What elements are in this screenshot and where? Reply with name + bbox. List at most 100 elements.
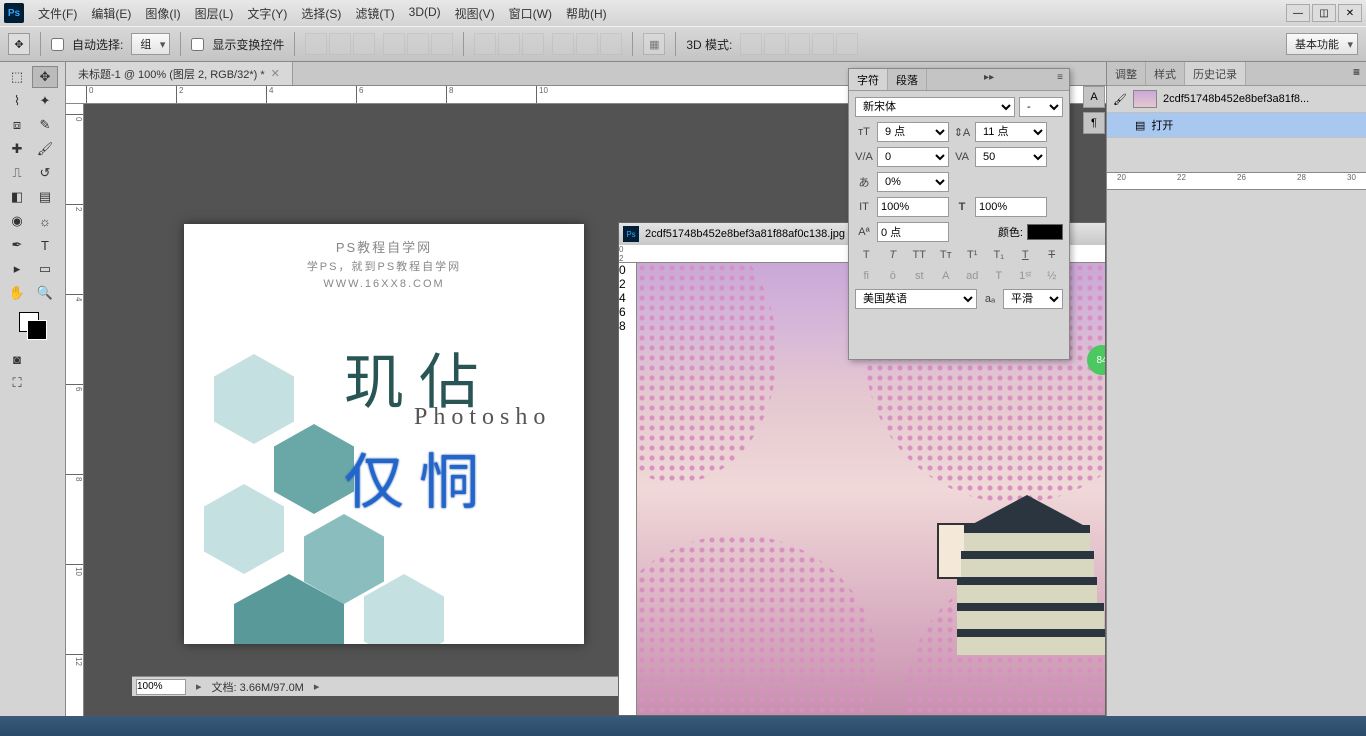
menu-help[interactable]: 帮助(H): [560, 3, 613, 24]
gradient-tool-icon[interactable]: ▤: [32, 186, 58, 208]
baseline-input[interactable]: [877, 222, 949, 242]
dodge-tool-icon[interactable]: ☼: [32, 210, 58, 232]
distribute-icon[interactable]: [552, 33, 574, 55]
zoom-tool-icon[interactable]: 🔍: [32, 282, 58, 304]
superscript-icon[interactable]: T¹: [962, 249, 982, 261]
adjustments-tab[interactable]: 调整: [1107, 62, 1146, 85]
auto-select-dropdown[interactable]: 组: [131, 33, 170, 55]
align-icon[interactable]: [305, 33, 327, 55]
auto-select-checkbox[interactable]: [51, 38, 64, 51]
pen-tool-icon[interactable]: ✒: [4, 234, 30, 256]
distribute-icon[interactable]: [498, 33, 520, 55]
history-tab[interactable]: 历史记录: [1185, 62, 1246, 85]
smallcaps-icon[interactable]: Tᴛ: [936, 249, 956, 261]
marquee-tool-icon[interactable]: ⬚: [4, 66, 30, 88]
align-icon[interactable]: [353, 33, 375, 55]
distribute-icon[interactable]: [600, 33, 622, 55]
text-color-swatch[interactable]: [1027, 224, 1063, 240]
align-icon[interactable]: [329, 33, 351, 55]
menu-image[interactable]: 图像(I): [139, 3, 186, 24]
fractions-icon[interactable]: 1ˢᵗ: [1015, 270, 1035, 282]
float-vertical-ruler[interactable]: 02468: [619, 263, 637, 715]
lasso-tool-icon[interactable]: ⌇: [4, 90, 30, 112]
move-tool-icon[interactable]: ✥: [32, 66, 58, 88]
stylistic-icon[interactable]: A: [936, 270, 956, 282]
allcaps-icon[interactable]: TT: [909, 249, 929, 261]
menu-window[interactable]: 窗口(W): [503, 3, 558, 24]
font-family-select[interactable]: 新宋体: [855, 97, 1015, 117]
maximize-button[interactable]: ◫: [1312, 4, 1336, 22]
type-tool-icon[interactable]: T: [32, 234, 58, 256]
3d-icon[interactable]: [740, 33, 762, 55]
vscale-input[interactable]: [877, 197, 949, 217]
menu-edit[interactable]: 编辑(E): [85, 3, 137, 24]
antialias-select[interactable]: 平滑: [1003, 289, 1063, 309]
distribute-icon[interactable]: [576, 33, 598, 55]
os-taskbar[interactable]: [0, 716, 1366, 736]
character-panel[interactable]: 字符 段落 ▸▸ ≡ 新宋体 - тT 9 点 ⇕A 11 点 V/A 0 VA…: [848, 68, 1070, 360]
history-brush-tool-icon[interactable]: ↺: [32, 162, 58, 184]
collapse-icon[interactable]: ▸▸: [978, 69, 1000, 90]
distribute-icon[interactable]: [474, 33, 496, 55]
menu-filter[interactable]: 滤镜(T): [349, 3, 400, 24]
color-swatch[interactable]: [19, 312, 47, 340]
stamp-tool-icon[interactable]: ⎍: [4, 162, 30, 184]
swash-icon[interactable]: st: [909, 270, 929, 282]
3d-icon[interactable]: [812, 33, 834, 55]
workspace-switcher[interactable]: 基本功能: [1286, 33, 1358, 55]
history-state[interactable]: ▤ 打开: [1107, 113, 1366, 138]
ordinals-icon[interactable]: T: [989, 270, 1009, 282]
show-transform-checkbox[interactable]: [191, 38, 204, 51]
brush-tool-icon[interactable]: 🖌: [32, 138, 58, 160]
background-color-icon[interactable]: [27, 320, 47, 340]
close-button[interactable]: ✕: [1338, 4, 1362, 22]
3d-icon[interactable]: [764, 33, 786, 55]
align-icon[interactable]: [407, 33, 429, 55]
contextual-icon[interactable]: ō: [883, 270, 903, 282]
quickmask-icon[interactable]: ◙: [4, 348, 30, 370]
auto-align-icon[interactable]: ▦: [643, 33, 665, 55]
panel-menu-icon[interactable]: ≡: [1051, 69, 1069, 90]
styles-tab[interactable]: 样式: [1146, 62, 1185, 85]
faux-italic-icon[interactable]: T: [883, 249, 903, 261]
history-snapshot[interactable]: 🖌 2cdf51748b452e8bef3a81f8...: [1107, 86, 1366, 113]
menu-file[interactable]: 文件(F): [32, 3, 83, 24]
menu-type[interactable]: 文字(Y): [241, 3, 293, 24]
align-icon[interactable]: [431, 33, 453, 55]
zoom-input[interactable]: [136, 679, 186, 695]
tsume-select[interactable]: 0%: [877, 172, 949, 192]
3d-icon[interactable]: [836, 33, 858, 55]
align-icon[interactable]: [383, 33, 405, 55]
titling-icon[interactable]: ad: [962, 270, 982, 282]
screenmode-icon[interactable]: ⛶: [4, 372, 30, 394]
character-tab[interactable]: 字符: [849, 69, 888, 90]
magic-wand-tool-icon[interactable]: ✦: [32, 90, 58, 112]
leading-select[interactable]: 11 点: [975, 122, 1047, 142]
menu-select[interactable]: 选择(S): [295, 3, 347, 24]
paragraph-panel-icon[interactable]: ¶: [1083, 112, 1105, 134]
underline-icon[interactable]: T: [1015, 249, 1035, 261]
3d-icon[interactable]: [788, 33, 810, 55]
menu-3d[interactable]: 3D(D): [403, 3, 447, 24]
character-panel-icon[interactable]: A: [1083, 86, 1105, 108]
faux-bold-icon[interactable]: T: [856, 249, 876, 261]
blur-tool-icon[interactable]: ◉: [4, 210, 30, 232]
ligature-icon[interactable]: fi: [856, 270, 876, 282]
strikethrough-icon[interactable]: T: [1042, 249, 1062, 261]
hand-tool-icon[interactable]: ✋: [4, 282, 30, 304]
font-style-select[interactable]: -: [1019, 97, 1063, 117]
path-select-tool-icon[interactable]: ▸: [4, 258, 30, 280]
language-select[interactable]: 美国英语: [855, 289, 977, 309]
paragraph-tab[interactable]: 段落: [888, 69, 927, 90]
minimize-button[interactable]: —: [1286, 4, 1310, 22]
menu-view[interactable]: 视图(V): [449, 3, 501, 24]
menu-layer[interactable]: 图层(L): [189, 3, 240, 24]
document-tab[interactable]: 未标题-1 @ 100% (图层 2, RGB/32*) *✕: [66, 62, 293, 85]
status-arrow-icon[interactable]: ▸: [314, 680, 320, 693]
shape-tool-icon[interactable]: ▭: [32, 258, 58, 280]
half-icon[interactable]: ½: [1042, 270, 1062, 282]
healing-brush-tool-icon[interactable]: ✚: [4, 138, 30, 160]
eyedropper-tool-icon[interactable]: ✎: [32, 114, 58, 136]
eraser-tool-icon[interactable]: ◧: [4, 186, 30, 208]
close-icon[interactable]: ✕: [271, 67, 280, 80]
